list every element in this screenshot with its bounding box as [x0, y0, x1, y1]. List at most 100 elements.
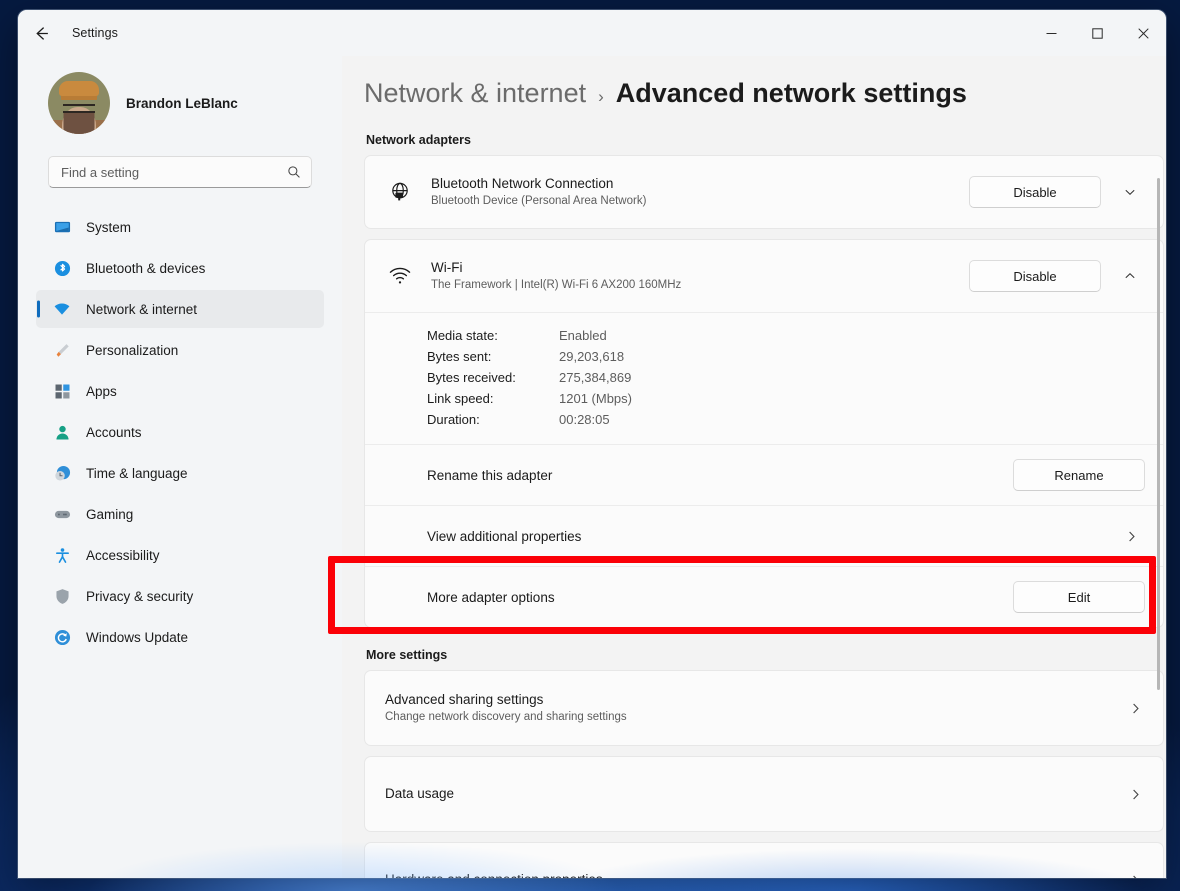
person-icon — [52, 422, 72, 442]
avatar — [48, 72, 110, 134]
detail-row: Bytes sent: 29,203,618 — [427, 346, 632, 367]
detail-value: 275,384,869 — [559, 370, 632, 385]
user-name: Brandon LeBlanc — [126, 95, 238, 111]
disable-button[interactable]: Disable — [969, 176, 1101, 208]
accessibility-icon — [52, 545, 72, 565]
adapter-card-wifi: Wi-Fi The Framework | Intel(R) Wi-Fi 6 A… — [364, 239, 1164, 628]
setting-card-hardware-connection[interactable]: Hardware and connection properties — [364, 842, 1164, 878]
sidebar-item-apps[interactable]: Apps — [36, 372, 324, 410]
settings-window: Settings Brandon LeBlanc Find a setting … — [18, 10, 1166, 878]
setting-title: Data usage — [385, 785, 455, 801]
window-controls — [1028, 10, 1166, 56]
view-additional-properties-row[interactable]: View additional properties — [365, 506, 1163, 566]
wifi-icon — [52, 299, 72, 319]
sidebar-item-accounts[interactable]: Accounts — [36, 413, 324, 451]
edit-button[interactable]: Edit — [1013, 581, 1145, 613]
sidebar-item-label: Windows Update — [86, 629, 189, 645]
adapter-card-bluetooth: Bluetooth Network Connection Bluetooth D… — [364, 155, 1164, 229]
desktop-background: Settings Brandon LeBlanc Find a setting … — [0, 0, 1180, 891]
sidebar-item-network-internet[interactable]: Network & internet — [36, 290, 324, 328]
detail-key: Bytes sent: — [427, 349, 492, 364]
sidebar-item-label: Bluetooth & devices — [86, 260, 206, 276]
update-icon — [52, 627, 72, 647]
detail-row: Duration: 00:28:05 — [427, 409, 632, 430]
disable-button[interactable]: Disable — [969, 260, 1101, 292]
rename-button[interactable]: Rename — [1013, 459, 1145, 491]
clock-globe-icon — [52, 463, 72, 483]
sidebar-item-accessibility[interactable]: Accessibility — [36, 536, 324, 574]
sidebar-item-gaming[interactable]: Gaming — [36, 495, 324, 533]
network-adapters-label: Network adapters — [366, 133, 471, 147]
adapter-description: Bluetooth Device (Personal Area Network) — [431, 194, 647, 207]
chevron-right-icon — [1128, 873, 1143, 878]
page-title: Advanced network settings — [615, 78, 967, 108]
window-title: Settings — [72, 26, 118, 40]
sidebar: Brandon LeBlanc System — [18, 56, 342, 878]
setting-title: Advanced sharing settings — [385, 691, 544, 707]
breadcrumb-separator: › — [598, 87, 604, 106]
paintbrush-icon — [52, 340, 72, 360]
sidebar-item-label: Time & language — [86, 465, 188, 481]
maximize-icon[interactable] — [1074, 10, 1120, 56]
sidebar-item-privacy-security[interactable]: Privacy & security — [36, 577, 324, 615]
bluetooth-icon — [52, 258, 72, 278]
sidebar-item-personalization[interactable]: Personalization — [36, 331, 324, 369]
breadcrumb: Network & internet › Advanced network se… — [364, 56, 1166, 115]
sidebar-nav: System Bluetooth & devices Network & int… — [28, 208, 332, 656]
adapter-header[interactable]: Bluetooth Network Connection Bluetooth D… — [365, 156, 1163, 228]
rename-adapter-row[interactable]: Rename this adapter Rename — [365, 445, 1163, 505]
chevron-right-icon — [1124, 529, 1145, 544]
detail-value: 1201 (Mbps) — [559, 391, 632, 406]
detail-value: Enabled — [559, 328, 607, 343]
sidebar-item-label: System — [86, 219, 132, 235]
chevron-up-icon[interactable] — [1115, 261, 1145, 291]
system-icon — [52, 217, 72, 237]
detail-row: Media state: Enabled — [427, 325, 632, 346]
detail-key: Bytes received: — [427, 370, 516, 385]
globe-network-icon — [385, 181, 415, 203]
back-arrow-icon[interactable] — [24, 17, 58, 49]
sidebar-item-label: Apps — [86, 383, 117, 399]
chevron-right-icon — [1128, 701, 1143, 716]
adapter-details: Media state: Enabled Bytes sent: 29,203,… — [365, 313, 1163, 444]
adapter-name: Wi-Fi — [431, 259, 463, 275]
setting-title: Hardware and connection properties — [385, 871, 1128, 878]
adapter-header[interactable]: Wi-Fi The Framework | Intel(R) Wi-Fi 6 A… — [365, 240, 1163, 312]
search-box[interactable] — [48, 156, 312, 188]
rename-adapter-label: Rename this adapter — [427, 467, 553, 483]
view-additional-properties-label: View additional properties — [427, 528, 582, 544]
adapter-description: The Framework | Intel(R) Wi-Fi 6 AX200 1… — [431, 278, 682, 291]
setting-subtitle: Change network discovery and sharing set… — [385, 711, 627, 724]
sidebar-item-label: Accounts — [86, 424, 142, 440]
detail-row: Link speed: 1201 (Mbps) — [427, 388, 632, 409]
detail-value: 00:28:05 — [559, 412, 610, 427]
detail-value: 29,203,618 — [559, 349, 625, 364]
sidebar-item-time-language[interactable]: Time & language — [36, 454, 324, 492]
adapter-name: Bluetooth Network Connection — [431, 175, 614, 191]
close-icon[interactable] — [1120, 10, 1166, 56]
chevron-down-icon[interactable] — [1115, 177, 1145, 207]
minimize-icon[interactable] — [1028, 10, 1074, 56]
vertical-scrollbar[interactable] — [1157, 178, 1160, 690]
more-adapter-options-label: More adapter options — [427, 589, 555, 605]
sidebar-item-label: Privacy & security — [86, 588, 194, 604]
sidebar-item-windows-update[interactable]: Windows Update — [36, 618, 324, 656]
sidebar-item-label: Accessibility — [86, 547, 160, 563]
user-profile[interactable]: Brandon LeBlanc — [28, 56, 332, 152]
sidebar-item-label: Personalization — [86, 342, 179, 358]
more-settings-label: More settings — [366, 648, 448, 662]
sidebar-item-system[interactable]: System — [36, 208, 324, 246]
wifi-signal-icon — [385, 265, 415, 287]
detail-key: Media state: — [427, 328, 498, 343]
setting-card-data-usage[interactable]: Data usage — [364, 756, 1164, 832]
setting-card-advanced-sharing[interactable]: Advanced sharing settings Change network… — [364, 670, 1164, 746]
sidebar-item-bluetooth-devices[interactable]: Bluetooth & devices — [36, 249, 324, 287]
sidebar-item-label: Gaming — [86, 506, 134, 522]
main-content: Network & internet › Advanced network se… — [342, 56, 1166, 878]
search-icon — [287, 165, 301, 179]
breadcrumb-parent[interactable]: Network & internet — [364, 78, 586, 109]
more-adapter-options-row[interactable]: More adapter options Edit — [365, 567, 1163, 627]
apps-icon — [52, 381, 72, 401]
search-input[interactable] — [61, 164, 287, 180]
detail-key: Duration: — [427, 412, 480, 427]
